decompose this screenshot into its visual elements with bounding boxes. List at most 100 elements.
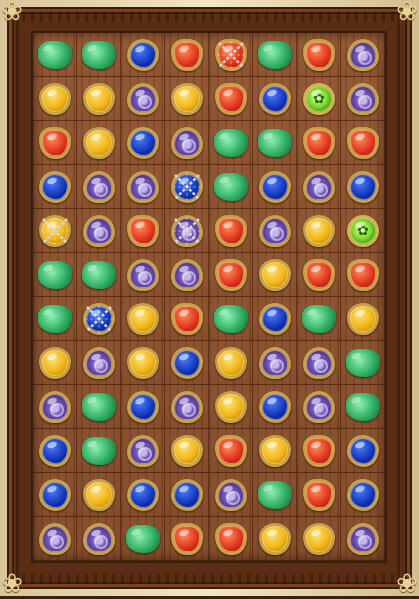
board-cell[interactable] <box>341 209 385 253</box>
red-gem-icon[interactable] <box>127 215 159 247</box>
board-cell[interactable] <box>341 165 385 209</box>
green-gem-icon[interactable] <box>82 393 116 421</box>
board-cell[interactable] <box>253 385 297 429</box>
board-cell[interactable] <box>165 33 209 77</box>
red-gem-icon[interactable] <box>39 127 71 159</box>
red-gem-icon[interactable] <box>215 215 247 247</box>
board-cell[interactable] <box>77 385 121 429</box>
blue-gem-icon[interactable] <box>347 171 379 203</box>
yellow-gem-icon[interactable] <box>39 347 71 379</box>
blue-gem-icon[interactable] <box>259 391 291 423</box>
blue-gem-icon[interactable] <box>39 171 71 203</box>
purple-gem-icon[interactable] <box>171 215 203 247</box>
yellow-gem-icon[interactable] <box>259 523 291 555</box>
board-cell[interactable] <box>209 517 253 561</box>
board-cell[interactable] <box>341 473 385 517</box>
board-cell[interactable] <box>77 517 121 561</box>
board-cell[interactable] <box>77 77 121 121</box>
board-cell[interactable] <box>297 121 341 165</box>
board-cell[interactable] <box>253 429 297 473</box>
board-cell[interactable] <box>33 209 77 253</box>
purple-gem-icon[interactable] <box>303 171 335 203</box>
red-gem-icon[interactable] <box>303 435 335 467</box>
special-gem-icon[interactable] <box>347 215 379 247</box>
yellow-gem-icon[interactable] <box>171 435 203 467</box>
board-cell[interactable] <box>165 517 209 561</box>
yellow-gem-icon[interactable] <box>215 391 247 423</box>
board-cell[interactable] <box>297 77 341 121</box>
board-cell[interactable] <box>297 165 341 209</box>
board-cell[interactable] <box>297 33 341 77</box>
green-gem-icon[interactable] <box>82 41 116 69</box>
board-cell[interactable] <box>121 385 165 429</box>
blue-gem-icon[interactable] <box>347 479 379 511</box>
board-cell[interactable] <box>33 165 77 209</box>
yellow-gem-icon[interactable] <box>39 215 71 247</box>
green-gem-icon[interactable] <box>302 305 336 333</box>
red-gem-icon[interactable] <box>215 39 247 71</box>
board-cell[interactable] <box>33 33 77 77</box>
board-cell[interactable] <box>253 121 297 165</box>
yellow-gem-icon[interactable] <box>83 83 115 115</box>
board-cell[interactable] <box>165 297 209 341</box>
board-cell[interactable] <box>297 341 341 385</box>
board-cell[interactable] <box>33 517 77 561</box>
board-cell[interactable] <box>165 121 209 165</box>
board-cell[interactable] <box>121 517 165 561</box>
red-gem-icon[interactable] <box>347 127 379 159</box>
board-cell[interactable] <box>297 253 341 297</box>
blue-gem-icon[interactable] <box>127 391 159 423</box>
board-cell[interactable] <box>341 429 385 473</box>
blue-gem-icon[interactable] <box>39 479 71 511</box>
board-cell[interactable] <box>253 33 297 77</box>
red-gem-icon[interactable] <box>215 259 247 291</box>
blue-gem-icon[interactable] <box>39 435 71 467</box>
board-cell[interactable] <box>77 121 121 165</box>
purple-gem-icon[interactable] <box>171 127 203 159</box>
blue-gem-icon[interactable] <box>83 303 115 335</box>
purple-gem-icon[interactable] <box>171 259 203 291</box>
blue-gem-icon[interactable] <box>347 435 379 467</box>
red-gem-icon[interactable] <box>347 259 379 291</box>
purple-gem-icon[interactable] <box>347 83 379 115</box>
green-gem-icon[interactable] <box>126 525 160 553</box>
blue-gem-icon[interactable] <box>127 127 159 159</box>
purple-gem-icon[interactable] <box>83 171 115 203</box>
board-cell[interactable] <box>341 341 385 385</box>
yellow-gem-icon[interactable] <box>215 347 247 379</box>
board-cell[interactable] <box>165 253 209 297</box>
board-cell[interactable] <box>209 341 253 385</box>
green-gem-icon[interactable] <box>38 261 72 289</box>
board-cell[interactable] <box>253 341 297 385</box>
board-cell[interactable] <box>341 385 385 429</box>
green-gem-icon[interactable] <box>214 173 248 201</box>
purple-gem-icon[interactable] <box>127 171 159 203</box>
blue-gem-icon[interactable] <box>127 479 159 511</box>
board-cell[interactable] <box>297 385 341 429</box>
board-cell[interactable] <box>209 33 253 77</box>
board-cell[interactable] <box>77 429 121 473</box>
blue-gem-icon[interactable] <box>171 347 203 379</box>
yellow-gem-icon[interactable] <box>127 303 159 335</box>
green-gem-icon[interactable] <box>214 129 248 157</box>
board-cell[interactable] <box>297 209 341 253</box>
blue-gem-icon[interactable] <box>259 303 291 335</box>
green-gem-icon[interactable] <box>258 481 292 509</box>
board-cell[interactable] <box>253 297 297 341</box>
purple-gem-icon[interactable] <box>215 479 247 511</box>
board-cell[interactable] <box>341 77 385 121</box>
yellow-gem-icon[interactable] <box>303 523 335 555</box>
blue-gem-icon[interactable] <box>259 83 291 115</box>
board-cell[interactable] <box>209 77 253 121</box>
green-gem-icon[interactable] <box>38 305 72 333</box>
board-cell[interactable] <box>165 385 209 429</box>
board-cell[interactable] <box>77 33 121 77</box>
board-cell[interactable] <box>209 209 253 253</box>
yellow-gem-icon[interactable] <box>83 479 115 511</box>
board-cell[interactable] <box>209 429 253 473</box>
board-cell[interactable] <box>121 297 165 341</box>
purple-gem-icon[interactable] <box>39 391 71 423</box>
board-cell[interactable] <box>297 429 341 473</box>
board-cell[interactable] <box>209 385 253 429</box>
board-cell[interactable] <box>209 253 253 297</box>
